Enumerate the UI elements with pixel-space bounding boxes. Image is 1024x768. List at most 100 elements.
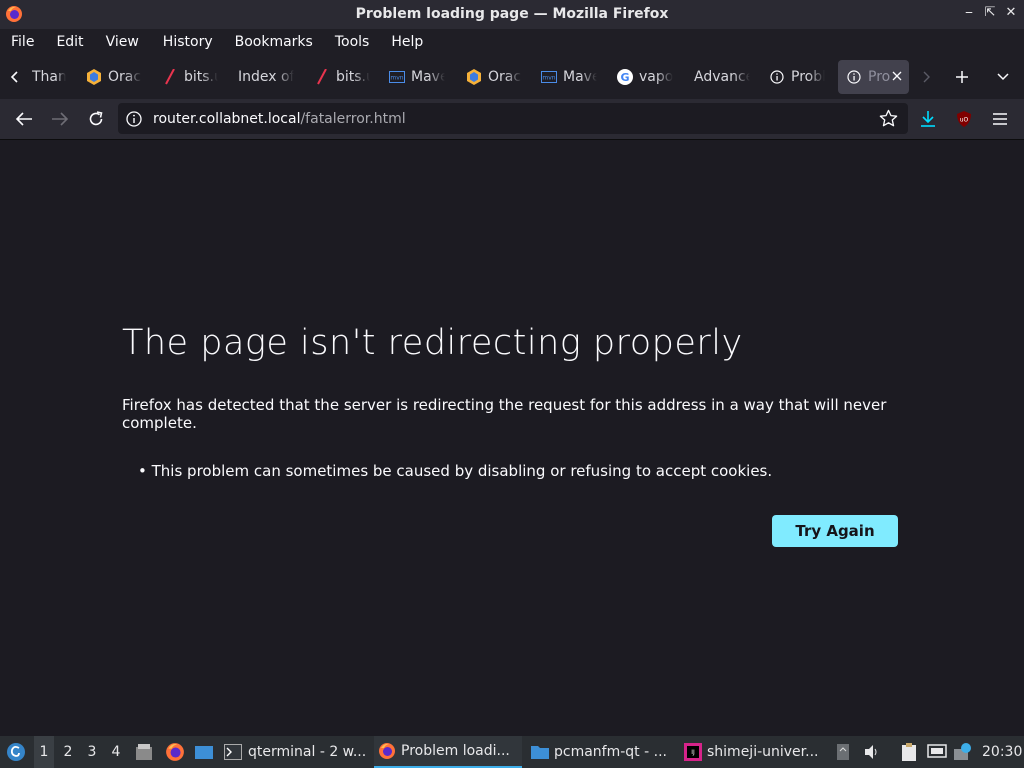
- desktop-2[interactable]: 2: [58, 736, 78, 768]
- tab-11-active[interactable]: Pro: [838, 60, 909, 94]
- forward-button[interactable]: [48, 107, 72, 131]
- tab-1[interactable]: Oracle: [86, 60, 142, 94]
- navigation-toolbar: router.collabnet.local/fatalerror.html u…: [0, 99, 1024, 140]
- task-label: pcmanfm-qt - ...: [554, 744, 667, 760]
- maven-icon: mvn: [389, 69, 405, 85]
- menu-file[interactable]: File: [10, 34, 35, 50]
- url-path: /fatalerror.html: [300, 110, 406, 127]
- url-bar[interactable]: router.collabnet.local/fatalerror.html: [118, 103, 908, 134]
- window-title: Problem loading page — Mozilla Firefox: [355, 6, 669, 22]
- tab-label: Advanced: [694, 69, 750, 85]
- tab-10[interactable]: Problem: [769, 60, 825, 94]
- app-menu-button[interactable]: [988, 107, 1012, 131]
- bullet-dot: •: [138, 462, 152, 480]
- tab-7[interactable]: mvn Maven: [541, 60, 597, 94]
- task-pcmanfm[interactable]: pcmanfm-qt - ...: [530, 736, 676, 768]
- menu-view[interactable]: View: [105, 34, 140, 50]
- restore-button[interactable]: ⇱: [981, 5, 999, 20]
- task-label: Problem loadi...: [401, 743, 510, 759]
- chevron-left-icon: [10, 71, 18, 83]
- menu-history[interactable]: History: [162, 34, 214, 50]
- reload-icon: [89, 111, 103, 126]
- tab-label: Oracle: [488, 69, 522, 85]
- minimize-button[interactable]: ⎯: [960, 5, 978, 20]
- menu-tools[interactable]: Tools: [334, 34, 371, 50]
- tab-label: bits.u: [336, 69, 370, 85]
- tab-5[interactable]: mvn Maven: [389, 60, 445, 94]
- menu-help[interactable]: Help: [390, 34, 424, 50]
- chevron-right-icon: [923, 71, 930, 83]
- task-qterminal[interactable]: qterminal - 2 w...: [224, 736, 370, 768]
- tray-storage[interactable]: [834, 736, 852, 768]
- desktop-4[interactable]: 4: [106, 736, 126, 768]
- tab-4[interactable]: bits.u: [314, 60, 370, 94]
- menubar: File Edit View History Bookmarks Tools H…: [0, 29, 1024, 54]
- desktop-3[interactable]: 3: [82, 736, 102, 768]
- desktop-1[interactable]: 1: [34, 736, 54, 768]
- bookmark-star-icon[interactable]: [879, 109, 898, 132]
- scroll-tabs-left-button[interactable]: [8, 60, 28, 94]
- scroll-tabs-right-button[interactable]: [921, 60, 935, 94]
- tray-volume[interactable]: [862, 736, 882, 768]
- tab-9[interactable]: Advanced: [694, 60, 750, 94]
- close-window-button[interactable]: ✕: [1002, 5, 1020, 20]
- launcher-show-desktop[interactable]: [193, 736, 215, 768]
- tab-0[interactable]: Thanks: [32, 60, 66, 94]
- arrow-left-icon: [15, 112, 32, 126]
- plus-icon: [956, 71, 968, 83]
- tab-3[interactable]: Index of: [238, 60, 294, 94]
- oracle-icon: [466, 69, 482, 85]
- tab-2[interactable]: bits.u: [162, 60, 218, 94]
- url-host: router.collabnet.local: [153, 110, 301, 127]
- tab-label: Thanks: [32, 69, 66, 85]
- url-text[interactable]: router.collabnet.local/fatalerror.html: [153, 111, 406, 127]
- desktop-icon: [195, 746, 213, 759]
- svg-text:mvn: mvn: [390, 75, 403, 82]
- tab-label: bits.u: [184, 69, 218, 85]
- tray-update[interactable]: [952, 736, 974, 768]
- tab-strip: Thanks Oracle bits.u Index of bits.u mvn…: [0, 54, 1024, 99]
- clock[interactable]: 20:30: [982, 736, 1022, 768]
- tab-6[interactable]: Oracle: [466, 60, 522, 94]
- site-info-icon[interactable]: [126, 111, 142, 131]
- launcher-file-manager[interactable]: [133, 736, 155, 768]
- svg-text:uO: uO: [960, 117, 969, 124]
- tab-8[interactable]: G vapo: [617, 60, 673, 94]
- tray-network[interactable]: [926, 736, 948, 768]
- oracle-icon: [86, 69, 102, 85]
- pen-icon: [314, 69, 330, 85]
- tray-clipboard[interactable]: [898, 736, 920, 768]
- list-all-tabs-button[interactable]: [996, 60, 1012, 94]
- ublock-extension-button[interactable]: uO: [952, 107, 976, 131]
- files-icon: [136, 744, 152, 760]
- svg-text:mvn: mvn: [542, 75, 555, 82]
- start-menu-button[interactable]: [4, 736, 28, 768]
- clipboard-icon: [902, 743, 916, 761]
- menu-edit[interactable]: Edit: [55, 34, 84, 50]
- arrow-right-icon: [52, 112, 69, 126]
- svg-text:IJ: IJ: [691, 749, 695, 756]
- info-icon: [846, 69, 862, 85]
- downloads-button[interactable]: [916, 107, 940, 131]
- new-tab-button[interactable]: [955, 60, 973, 94]
- firefox-icon: [379, 743, 395, 759]
- tab-label: Oracle: [108, 69, 142, 85]
- ublock-origin-icon: uO: [957, 111, 971, 127]
- reload-button[interactable]: [84, 107, 108, 131]
- back-button[interactable]: [12, 107, 36, 131]
- close-tab-icon[interactable]: [892, 69, 902, 85]
- task-firefox[interactable]: Problem loadi...: [374, 736, 522, 768]
- launcher-firefox[interactable]: [164, 736, 186, 768]
- error-suggestion-item: This problem can sometimes be caused by …: [151, 462, 773, 480]
- download-icon: [921, 111, 935, 127]
- system-taskbar: 1 2 3 4 qterminal - 2 w... Problem loadi…: [0, 736, 1024, 768]
- hamburger-menu-icon: [993, 113, 1007, 125]
- pen-icon: [162, 69, 178, 85]
- svg-text:G: G: [620, 71, 629, 84]
- error-description: Firefox has detected that the server is …: [122, 396, 887, 432]
- task-intellij[interactable]: IJ shimeji-univer...: [684, 736, 832, 768]
- menu-bookmarks[interactable]: Bookmarks: [234, 34, 314, 50]
- task-label: qterminal - 2 w...: [248, 744, 367, 760]
- terminal-icon: [224, 744, 242, 760]
- try-again-button[interactable]: Try Again: [772, 515, 898, 547]
